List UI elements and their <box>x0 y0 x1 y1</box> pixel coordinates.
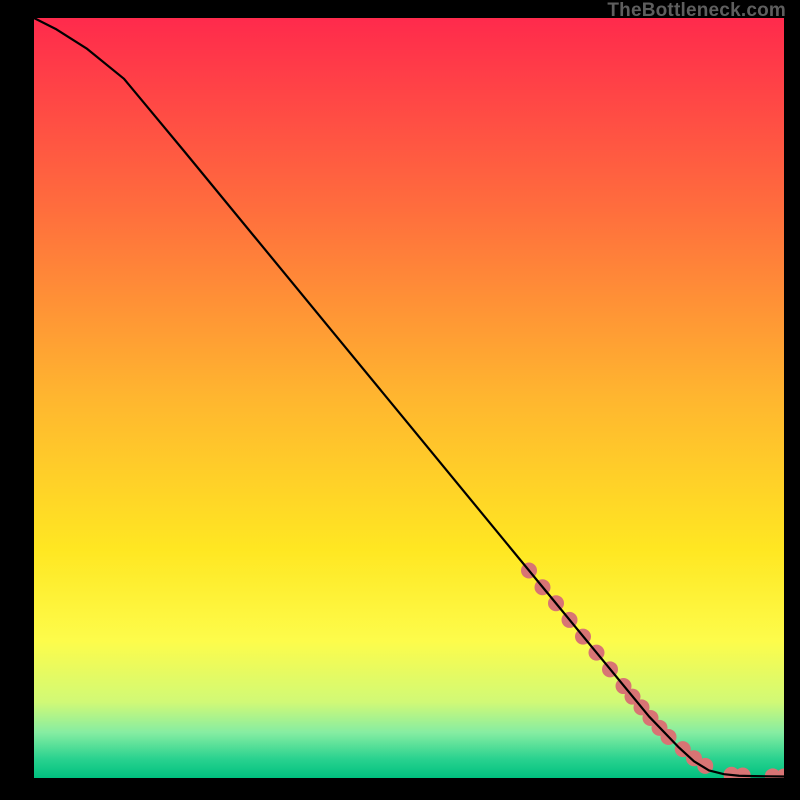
gradient-background <box>34 18 784 778</box>
chart-svg <box>34 18 784 778</box>
watermark-text: TheBottleneck.com <box>607 0 786 22</box>
plot-area <box>34 18 784 778</box>
chart-container: TheBottleneck.com <box>0 0 800 800</box>
